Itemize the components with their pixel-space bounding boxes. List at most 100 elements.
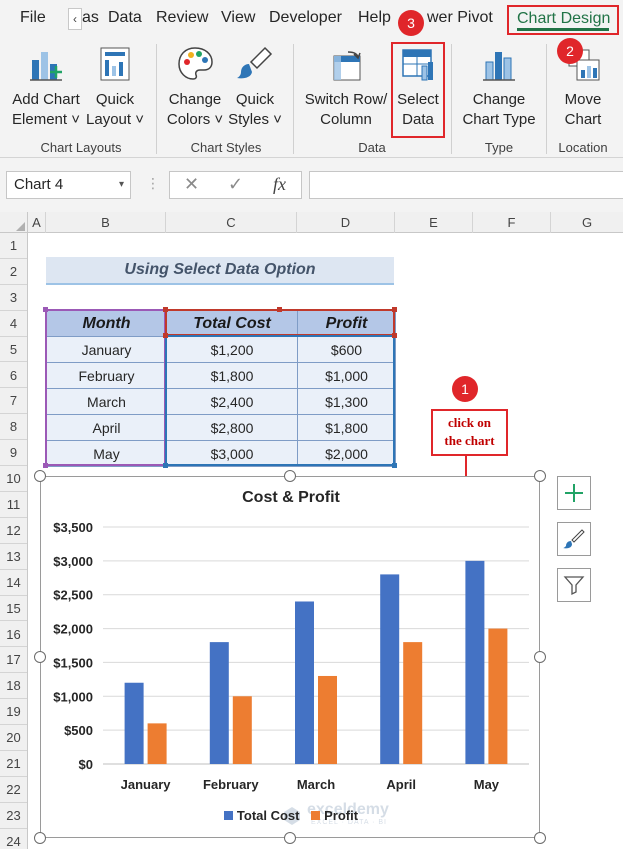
range-handle[interactable] <box>163 463 168 468</box>
group-label-location: Location <box>558 140 608 155</box>
quick-styles-button[interactable]: Quick Styles ˅ <box>226 44 284 130</box>
tab-power-pivot[interactable]: wer Pivot <box>427 9 493 27</box>
bar-total-cost[interactable] <box>465 560 485 764</box>
tab-chart-design[interactable]: Chart Design <box>517 10 610 28</box>
insert-function-icon[interactable]: fx <box>273 174 286 195</box>
row-header[interactable]: 23 <box>0 803 27 829</box>
row-header[interactable]: 12 <box>0 518 27 544</box>
legend-item-total-cost[interactable]: Total Cost <box>223 808 300 823</box>
bar-total-cost[interactable] <box>124 682 144 764</box>
row-header[interactable]: 17 <box>0 647 27 674</box>
resize-handle[interactable] <box>534 832 546 844</box>
row-header[interactable]: 18 <box>0 673 27 700</box>
select-data-button[interactable]: Select Data <box>393 44 443 130</box>
range-handle[interactable] <box>277 307 282 312</box>
formula-input[interactable] <box>309 171 623 199</box>
row-header[interactable]: 21 <box>0 751 27 777</box>
column-header-b[interactable]: B <box>46 212 166 233</box>
name-box-value: Chart 4 <box>14 176 64 193</box>
resize-handle[interactable] <box>34 651 46 663</box>
chart-elements-button[interactable] <box>557 476 591 510</box>
row-header[interactable]: 3 <box>0 285 27 311</box>
grip-icon[interactable]: ⋮ <box>146 175 160 192</box>
bar-total-cost[interactable] <box>380 574 400 764</box>
column-header-g[interactable]: G <box>551 212 623 233</box>
brush-icon <box>563 529 585 549</box>
change-chart-type-button[interactable]: Change Chart Type <box>458 44 540 130</box>
filter-icon <box>563 576 585 596</box>
resize-handle[interactable] <box>534 651 546 663</box>
bar-profit[interactable] <box>488 628 508 764</box>
chart-filters-button[interactable] <box>557 568 591 602</box>
range-handle[interactable] <box>392 333 397 338</box>
resize-handle[interactable] <box>34 470 46 482</box>
row-header[interactable]: 15 <box>0 596 27 622</box>
row-header[interactable]: 14 <box>0 570 27 596</box>
switch-row-column-button[interactable]: Switch Row/ Column <box>300 44 392 130</box>
name-box[interactable]: Chart 4 ▾ <box>6 171 131 199</box>
row-header[interactable]: 13 <box>0 544 27 570</box>
quick-styles-label-1: Quick <box>235 91 275 108</box>
column-header-d[interactable]: D <box>297 212 395 233</box>
chevron-down-icon[interactable]: ▾ <box>119 172 124 198</box>
bar-profit[interactable] <box>403 642 423 764</box>
tab-scroll-left-button[interactable]: ‹ <box>68 8 82 30</box>
range-handle[interactable] <box>43 307 48 312</box>
legend-item-profit[interactable]: Profit <box>311 808 358 823</box>
tab-file[interactable]: File <box>20 9 46 27</box>
column-header-c[interactable]: C <box>166 212 297 233</box>
x-tick-label: February <box>203 777 259 792</box>
resize-handle[interactable] <box>34 832 46 844</box>
row-header[interactable]: 1 <box>0 233 27 259</box>
row-header[interactable]: 7 <box>0 388 27 415</box>
bar-total-cost[interactable] <box>209 642 229 764</box>
resize-handle[interactable] <box>284 832 296 844</box>
row-header[interactable]: 10 <box>0 466 27 492</box>
tab-data[interactable]: Data <box>108 9 142 27</box>
row-header[interactable]: 20 <box>0 725 27 751</box>
cancel-icon[interactable]: ✕ <box>184 174 199 195</box>
row-header[interactable]: 4 <box>0 311 27 337</box>
column-header-f[interactable]: F <box>473 212 551 233</box>
row-header[interactable]: 6 <box>0 363 27 389</box>
row-header[interactable]: 2 <box>0 259 27 285</box>
tab-view[interactable]: View <box>221 9 255 27</box>
range-handle[interactable] <box>392 307 397 312</box>
range-handle[interactable] <box>163 333 168 338</box>
range-handle[interactable] <box>392 463 397 468</box>
change-chart-type-label-2: Chart Type <box>462 111 536 128</box>
chart-styles-button[interactable] <box>557 522 591 556</box>
row-header[interactable]: 16 <box>0 622 27 648</box>
change-colors-button[interactable]: Change Colors ˅ <box>162 44 228 130</box>
add-chart-element-button[interactable]: Add Chart Element ˅ <box>8 44 84 130</box>
range-handle[interactable] <box>43 463 48 468</box>
bar-profit[interactable] <box>318 675 337 764</box>
quick-layout-button[interactable]: Quick Layout ˅ <box>84 44 146 130</box>
row-header[interactable]: 8 <box>0 414 27 441</box>
chart-area[interactable]: Cost & Profit $0 $500 $1,000 $1,500 $2,000 $2… <box>40 476 540 838</box>
row-header[interactable]: 9 <box>0 440 27 467</box>
row-header[interactable]: 19 <box>0 699 27 726</box>
chart-legend[interactable]: Total Cost Profit <box>41 808 541 823</box>
range-handle[interactable] <box>163 307 168 312</box>
column-header-a[interactable]: A <box>28 212 46 233</box>
row-header[interactable]: 22 <box>0 777 27 803</box>
bar-profit[interactable] <box>232 696 252 764</box>
resize-handle[interactable] <box>534 470 546 482</box>
group-separator <box>451 44 452 154</box>
row-header[interactable]: 11 <box>0 492 27 518</box>
tab-developer[interactable]: Developer <box>269 9 342 27</box>
tab-review[interactable]: Review <box>156 9 208 27</box>
step-badge-1: 1 <box>452 376 478 402</box>
bar-total-cost[interactable] <box>295 601 314 764</box>
row-header[interactable]: 24 <box>0 829 27 849</box>
select-all-corner[interactable] <box>0 212 28 233</box>
resize-handle[interactable] <box>284 470 296 482</box>
column-header-e[interactable]: E <box>395 212 473 233</box>
chart-plot[interactable]: $0 $500 $1,000 $1,500 $2,000 $2,500 $3,000 $3,5… <box>41 477 541 839</box>
tab-help[interactable]: Help <box>358 9 391 27</box>
bar-profit[interactable] <box>147 723 167 764</box>
row-header[interactable]: 5 <box>0 337 27 363</box>
enter-icon[interactable]: ✓ <box>228 174 243 195</box>
tab-formulas[interactable]: as <box>82 9 99 27</box>
